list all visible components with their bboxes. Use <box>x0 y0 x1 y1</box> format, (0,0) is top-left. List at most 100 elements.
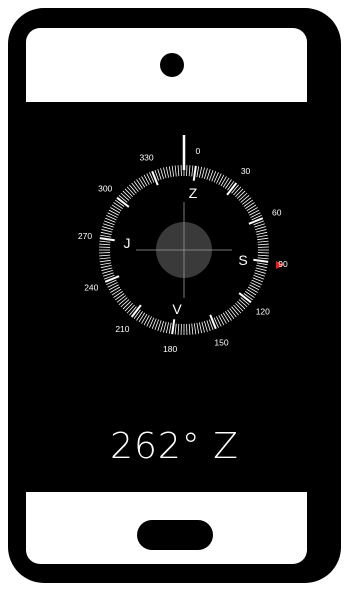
degree-label-240: 240 <box>84 282 98 292</box>
cardinal-south: V <box>172 301 182 317</box>
compass-minor-tick <box>255 267 267 271</box>
compass-minor-tick <box>220 176 227 187</box>
compass-minor-tick <box>111 288 122 296</box>
compass-minor-tick <box>116 295 126 303</box>
compass-minor-tick <box>225 311 232 321</box>
compass-minor-tick <box>188 165 191 177</box>
compass-minor-tick <box>204 168 208 179</box>
compass-minor-tick <box>126 304 135 314</box>
compass-minor-tick <box>257 254 269 257</box>
compass-minor-tick <box>236 190 246 199</box>
compass-minor-tick <box>238 299 248 308</box>
compass-minor-tick <box>201 167 205 179</box>
compass-minor-tick <box>255 226 266 230</box>
compass-minor-tick <box>100 231 112 236</box>
compass-minor-tick <box>191 165 194 177</box>
degree-label-270: 270 <box>78 231 92 241</box>
compass-minor-tick <box>236 301 246 310</box>
compass-minor-tick <box>255 229 267 233</box>
compass-minor-tick <box>255 270 266 274</box>
compass-minor-tick <box>256 262 268 266</box>
degree-label-210: 210 <box>115 324 129 334</box>
compass-minor-tick <box>100 264 112 269</box>
compass-minor-tick <box>233 304 242 314</box>
compass-minor-tick <box>100 234 112 238</box>
compass-minor-tick <box>122 190 132 199</box>
compass-minor-tick <box>222 177 230 188</box>
compass-minor-tick <box>171 165 175 177</box>
compass-major-tick <box>209 314 217 330</box>
compass-minor-tick <box>110 207 121 214</box>
compass-minor-tick <box>163 321 167 333</box>
compass-minor-tick <box>101 229 113 233</box>
compass-minor-tick <box>188 323 191 335</box>
heading-text: 262° Z <box>110 426 239 467</box>
compass-minor-tick <box>240 195 250 203</box>
compass-minor-tick <box>163 167 167 179</box>
degree-label-0: 0 <box>196 146 201 156</box>
compass-minor-tick <box>141 313 148 324</box>
compass-minor-tick <box>242 197 252 205</box>
compass-minor-tick <box>126 186 135 196</box>
heading-readout: 262° Z <box>0 426 349 467</box>
compass-minor-tick <box>133 180 141 191</box>
compass-minor-tick <box>113 291 123 298</box>
compass-minor-tick <box>220 313 227 324</box>
compass-minor-tick <box>206 320 211 331</box>
compass-minor-tick <box>114 293 125 301</box>
home-button[interactable] <box>137 520 213 550</box>
degree-label-90: 90 <box>278 259 288 269</box>
compass-minor-tick <box>198 322 203 334</box>
degree-label-330: 330 <box>139 152 153 162</box>
compass-minor-tick <box>120 192 130 201</box>
cardinal-east: S <box>238 252 247 268</box>
compass-minor-tick <box>122 301 132 310</box>
degree-label-30: 30 <box>241 166 251 176</box>
compass-minor-tick <box>238 192 248 201</box>
compass-minor-tick <box>100 262 112 266</box>
compass-minor-tick <box>254 223 265 228</box>
compass-minor-tick <box>113 202 123 209</box>
compass-minor-tick <box>110 286 121 293</box>
compass-minor-tick <box>246 288 257 296</box>
compass-minor-tick <box>206 169 211 180</box>
compass-minor-tick <box>160 168 164 179</box>
cardinal-west: J <box>124 235 131 251</box>
compass-minor-tick <box>99 240 111 243</box>
compass-minor-tick <box>99 254 111 257</box>
compass-minor-tick <box>118 297 128 305</box>
compass-minor-tick <box>174 165 177 177</box>
compass-minor-tick <box>141 176 148 187</box>
cardinal-north: Z <box>189 185 198 201</box>
compass-minor-tick <box>191 323 194 335</box>
compass-minor-tick <box>101 267 113 271</box>
compass-minor-tick <box>257 240 269 243</box>
compass-minor-tick <box>160 321 164 332</box>
compass-minor-tick <box>247 207 258 214</box>
degree-label-60: 60 <box>272 208 282 218</box>
compass-minor-tick <box>227 309 235 320</box>
compass-minor-tick <box>229 308 237 318</box>
compass-minor-tick <box>131 182 139 192</box>
compass-minor-tick <box>245 291 255 298</box>
compass-minor-tick <box>235 188 244 198</box>
compass-minor-tick <box>136 311 143 321</box>
compass-minor-tick <box>168 322 172 334</box>
degree-label-120: 120 <box>256 307 270 317</box>
compass-minor-tick <box>129 184 137 194</box>
compass-minor-tick <box>157 320 162 331</box>
degree-label-300: 300 <box>98 183 112 193</box>
compass-minor-tick <box>157 169 162 180</box>
compass-minor-tick <box>102 270 113 274</box>
compass-minor-tick <box>257 243 269 246</box>
compass-minor-tick <box>243 199 254 207</box>
compass-major-tick <box>99 237 115 242</box>
compass-minor-tick <box>231 306 239 316</box>
compass-minor-tick <box>204 321 208 332</box>
compass-major-tick <box>104 275 120 283</box>
compass-minor-tick <box>225 179 232 189</box>
compass-minor-tick <box>222 312 230 323</box>
compass-minor-tick <box>256 234 268 238</box>
compass-minor-tick <box>99 243 111 246</box>
compass-minor-tick <box>177 165 180 177</box>
